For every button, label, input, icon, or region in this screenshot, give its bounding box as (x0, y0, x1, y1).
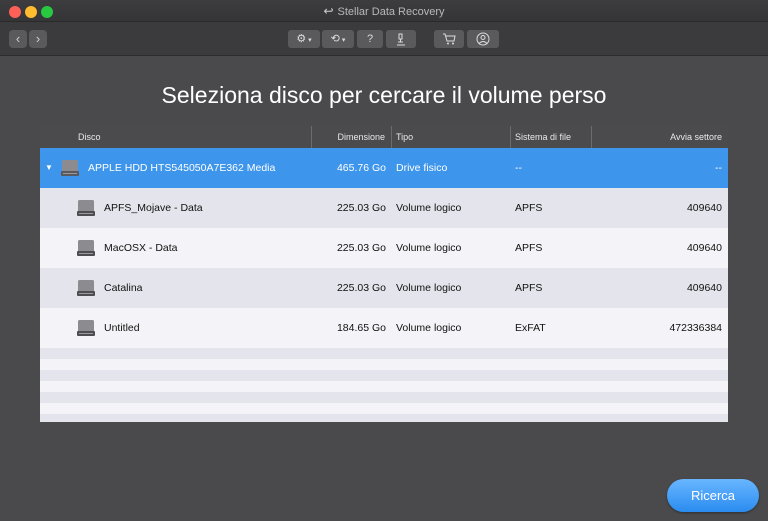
back-button[interactable]: ‹ (9, 30, 27, 48)
cart-icon (443, 33, 456, 45)
volume-type: Volume logico (396, 282, 462, 294)
window-title-area: ↩ Stellar Data Recovery (0, 4, 768, 18)
volume-icon (77, 200, 95, 216)
column-header-start-sector[interactable]: Avvia settore (592, 126, 728, 148)
chevron-left-icon: ‹ (15, 31, 21, 46)
volume-size: 225.03 Go (336, 242, 386, 254)
buy-button[interactable] (434, 30, 464, 48)
disk-size: 465.76 Go (336, 162, 386, 174)
table-row[interactable]: Catalina 225.03 Go Volume logico APFS 40… (40, 268, 728, 308)
window-title: Stellar Data Recovery (337, 6, 445, 18)
volume-size: 225.03 Go (336, 282, 386, 294)
volume-filesystem: APFS (515, 282, 543, 294)
chevron-right-icon: › (35, 31, 41, 46)
empty-row (40, 348, 728, 359)
table-header: Disco Dimensione Tipo Sistema di file Av… (40, 126, 728, 148)
user-icon (476, 32, 490, 46)
volume-icon (77, 280, 95, 296)
empty-row (40, 392, 728, 403)
volume-size: 184.65 Go (336, 322, 386, 334)
dropdown-arrow-icon: ▾ (339, 37, 346, 44)
table-row[interactable]: MacOSX - Data 225.03 Go Volume logico AP… (40, 228, 728, 268)
disk-name: APPLE HDD HTS545050A7E362 Media (88, 162, 276, 174)
column-header-filesystem[interactable]: Sistema di file (511, 126, 592, 148)
app-logo-icon: ↩ (323, 4, 334, 18)
table-row[interactable]: APFS_Mojave - Data 225.03 Go Volume logi… (40, 188, 728, 228)
forward-button[interactable]: › (29, 30, 47, 48)
toolbar: ‹ › ⚙ ▾ ⟲ ▾ ? (0, 22, 768, 56)
title-bar: ↩ Stellar Data Recovery (0, 0, 768, 22)
volume-type: Volume logico (396, 322, 462, 334)
empty-row (40, 381, 728, 392)
disk-start-sector: -- (715, 162, 722, 174)
volume-filesystem: ExFAT (515, 322, 546, 334)
table-row[interactable]: ▼ APPLE HDD HTS545050A7E362 Media 465.76… (40, 148, 728, 188)
help-icon: ? (366, 33, 374, 45)
volume-name: Untitled (104, 322, 140, 334)
settings-button[interactable]: ⚙ ▾ (288, 30, 320, 48)
dropdown-arrow-icon: ▾ (306, 37, 312, 44)
scan-engine-button[interactable] (386, 30, 416, 48)
history-icon: ⟲ (330, 33, 340, 45)
volume-name: MacOSX - Data (104, 242, 178, 254)
history-button[interactable]: ⟲ ▾ (322, 30, 354, 48)
volume-icon (77, 240, 95, 256)
page-title: Seleziona disco per cercare il volume pe… (161, 82, 607, 108)
volume-size: 225.03 Go (336, 202, 386, 214)
volume-type: Volume logico (396, 242, 462, 254)
volume-start-sector: 409640 (686, 242, 722, 254)
disk-table: Disco Dimensione Tipo Sistema di file Av… (40, 126, 728, 422)
hard-drive-icon (61, 160, 79, 176)
microscope-icon (397, 33, 405, 46)
volume-start-sector: 409640 (686, 282, 722, 294)
volume-start-sector: 472336384 (669, 322, 722, 334)
volume-filesystem: APFS (515, 202, 543, 214)
help-button[interactable]: ? (357, 30, 383, 48)
column-header-type[interactable]: Tipo (392, 126, 511, 148)
empty-row (40, 414, 728, 422)
volume-name: Catalina (104, 282, 143, 294)
disk-type: Drive fisico (396, 162, 448, 174)
column-header-size[interactable]: Dimensione (312, 126, 392, 148)
table-row[interactable]: Untitled 184.65 Go Volume logico ExFAT 4… (40, 308, 728, 348)
volume-icon (77, 320, 95, 336)
volume-filesystem: APFS (515, 242, 543, 254)
empty-row (40, 403, 728, 414)
disk-filesystem: -- (515, 162, 522, 174)
volume-start-sector: 409640 (686, 202, 722, 214)
volume-type: Volume logico (396, 202, 462, 214)
account-button[interactable] (467, 30, 499, 48)
disclosure-triangle-icon[interactable]: ▼ (45, 148, 53, 188)
search-button[interactable]: Ricerca (667, 479, 759, 512)
volume-name: APFS_Mojave - Data (104, 202, 203, 214)
column-header-disk[interactable]: Disco (40, 126, 312, 148)
empty-row (40, 359, 728, 370)
gear-icon: ⚙ (296, 33, 307, 45)
empty-row (40, 370, 728, 381)
